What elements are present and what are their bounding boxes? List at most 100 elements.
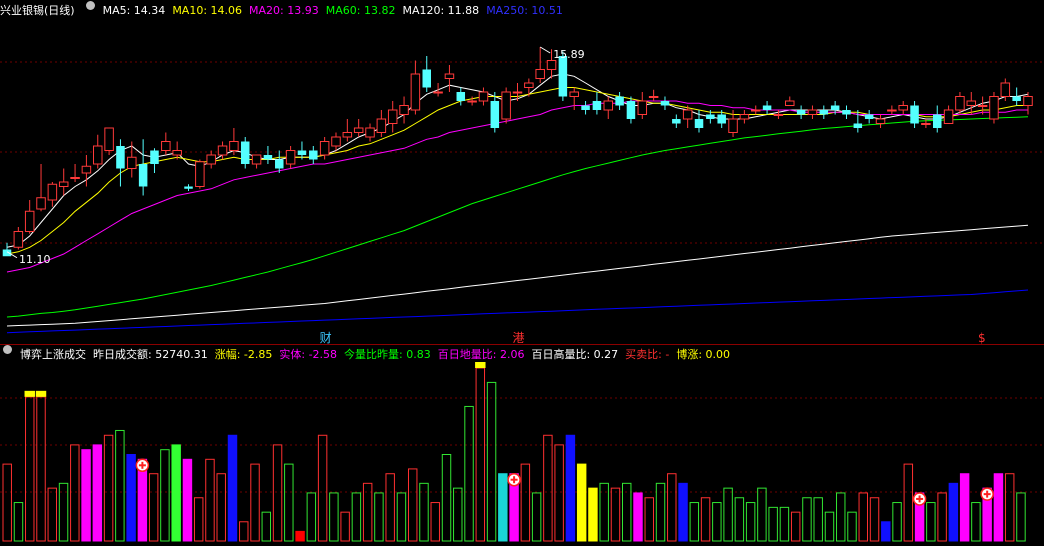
volume-bar — [1004, 473, 1015, 542]
candle-body — [387, 109, 398, 124]
candle-body — [184, 186, 193, 189]
candle-body — [1000, 82, 1011, 97]
candle-body — [478, 91, 489, 102]
candle-body — [706, 114, 715, 119]
volume-bar — [858, 492, 868, 542]
volume-bar — [160, 449, 170, 542]
ma-line-ma60 — [6, 116, 1029, 318]
candle-body — [365, 127, 375, 138]
candle-body — [989, 96, 999, 120]
volume-bar — [374, 492, 384, 542]
volume-bar — [892, 502, 902, 542]
candle-body — [138, 164, 148, 187]
volume-bar — [13, 502, 24, 542]
volume-bar — [81, 449, 91, 542]
volume-bar — [610, 487, 621, 542]
volume-bar — [396, 492, 407, 542]
volume-bar — [948, 482, 959, 542]
volume-bar — [464, 405, 474, 542]
high-pointer — [539, 46, 551, 54]
volume-bar — [239, 521, 249, 542]
candle-body — [36, 197, 46, 210]
candle-body — [637, 100, 648, 115]
candle-body — [24, 210, 35, 232]
volume-bar — [959, 473, 970, 542]
volume-bar — [667, 473, 677, 542]
volume-bar — [385, 473, 395, 542]
volume-bar — [1016, 492, 1026, 542]
volume-bar — [790, 511, 801, 542]
volume-bar — [441, 454, 452, 542]
volume-bar — [205, 458, 215, 542]
volume-bar — [757, 487, 767, 542]
volume-bar — [351, 492, 362, 542]
candle-body — [319, 141, 330, 156]
volume-bar — [227, 434, 238, 542]
candle-body — [615, 96, 624, 106]
volume-bar — [745, 502, 756, 542]
candle-body — [796, 110, 806, 115]
candle-body — [263, 155, 273, 160]
candle-body — [807, 109, 818, 115]
volume-bar — [171, 444, 181, 542]
candle-body — [512, 91, 523, 94]
volume-bar — [554, 444, 564, 542]
candle-body — [251, 154, 262, 165]
candle-body — [104, 127, 114, 151]
candle-body — [875, 118, 886, 124]
ma-line-ma250 — [6, 289, 1029, 334]
volume-bar — [926, 502, 936, 542]
volume-bar — [407, 468, 418, 542]
volume-bar — [340, 511, 350, 542]
candle-body — [943, 109, 954, 124]
candle-body — [229, 141, 239, 151]
volume-bar — [295, 530, 305, 542]
candle-body — [1023, 96, 1033, 106]
volume-bar — [329, 492, 339, 542]
volume-bar — [475, 367, 486, 542]
candle-body — [172, 150, 182, 156]
candle-body — [535, 69, 545, 79]
candle-body — [660, 101, 670, 106]
candle-body — [739, 114, 750, 120]
candle-body — [150, 150, 159, 164]
volume-bar — [903, 463, 914, 542]
volume-bar — [813, 497, 823, 542]
candle-body — [672, 119, 681, 124]
volume-bar — [115, 429, 125, 542]
candle-body — [977, 105, 988, 107]
volume-bar — [565, 434, 576, 542]
volume-bar — [182, 458, 193, 542]
candle-body — [206, 154, 216, 165]
candle-body — [410, 73, 421, 111]
volume-bar — [2, 463, 12, 542]
candle-body — [444, 73, 455, 79]
candle-body — [626, 101, 636, 119]
candle-body — [127, 156, 137, 169]
volume-bar — [453, 487, 463, 542]
marker-1: 港 — [513, 331, 525, 345]
volume-bar — [700, 497, 711, 542]
candle-body — [456, 92, 466, 101]
candle-body — [524, 82, 534, 88]
candle-body — [422, 69, 431, 88]
candle-body — [955, 96, 965, 111]
volume-bar — [126, 454, 136, 542]
marker-2: $ — [978, 331, 986, 345]
candle-body — [682, 109, 693, 120]
candle-body — [195, 161, 205, 187]
candle-body — [342, 132, 353, 138]
volume-bar — [937, 492, 947, 542]
candle-body — [433, 91, 443, 94]
volume-bar — [644, 497, 654, 542]
candle-body — [309, 150, 318, 160]
volume-bar — [971, 502, 981, 542]
candle-body — [648, 96, 659, 98]
volume-bar — [723, 487, 733, 542]
candle-body — [558, 56, 568, 97]
candle-body — [13, 231, 24, 248]
candle-body — [750, 109, 761, 112]
candle-body — [773, 114, 784, 116]
candle-body — [297, 150, 307, 155]
volume-bar — [261, 511, 272, 542]
